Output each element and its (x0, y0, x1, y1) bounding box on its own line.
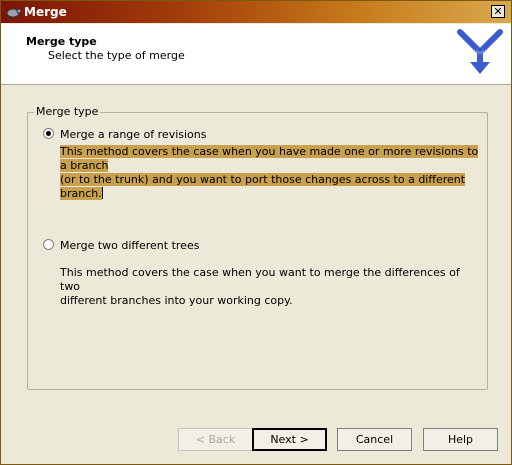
next-button[interactable]: Next > (252, 428, 327, 451)
description-line: (or to the trunk) and you want to port t… (60, 173, 466, 200)
radio-merge-trees[interactable] (43, 239, 54, 250)
description-merge-range: This method covers the case when you hav… (60, 145, 480, 201)
merge-arrow-icon (454, 24, 506, 78)
description-line: This method covers the case when you wan… (60, 266, 460, 293)
cancel-button[interactable]: Cancel (337, 428, 412, 451)
title-bar[interactable]: Merge ✕ (1, 1, 511, 23)
description-line: different branches into your working cop… (60, 294, 293, 307)
wizard-header: Merge type Select the type of merge (1, 24, 511, 85)
help-button[interactable]: Help (423, 428, 498, 451)
group-label: Merge type (34, 105, 101, 118)
window-title: Merge (24, 5, 67, 19)
page-subtitle: Select the type of merge (48, 49, 185, 62)
option-label-merge-range[interactable]: Merge a range of revisions (60, 128, 207, 141)
merge-dialog: Merge ✕ Merge type Select the type of me… (0, 0, 512, 465)
close-icon: ✕ (493, 5, 503, 18)
close-button[interactable]: ✕ (491, 5, 505, 18)
text-caret (101, 187, 103, 199)
tortoise-icon (6, 8, 21, 19)
description-merge-trees: This method covers the case when you wan… (60, 266, 480, 308)
option-label-merge-trees[interactable]: Merge two different trees (60, 239, 199, 252)
description-line: This method covers the case when you hav… (60, 145, 479, 172)
back-button[interactable]: < Back (178, 428, 253, 451)
radio-merge-range[interactable] (43, 128, 54, 139)
page-title: Merge type (26, 35, 97, 48)
